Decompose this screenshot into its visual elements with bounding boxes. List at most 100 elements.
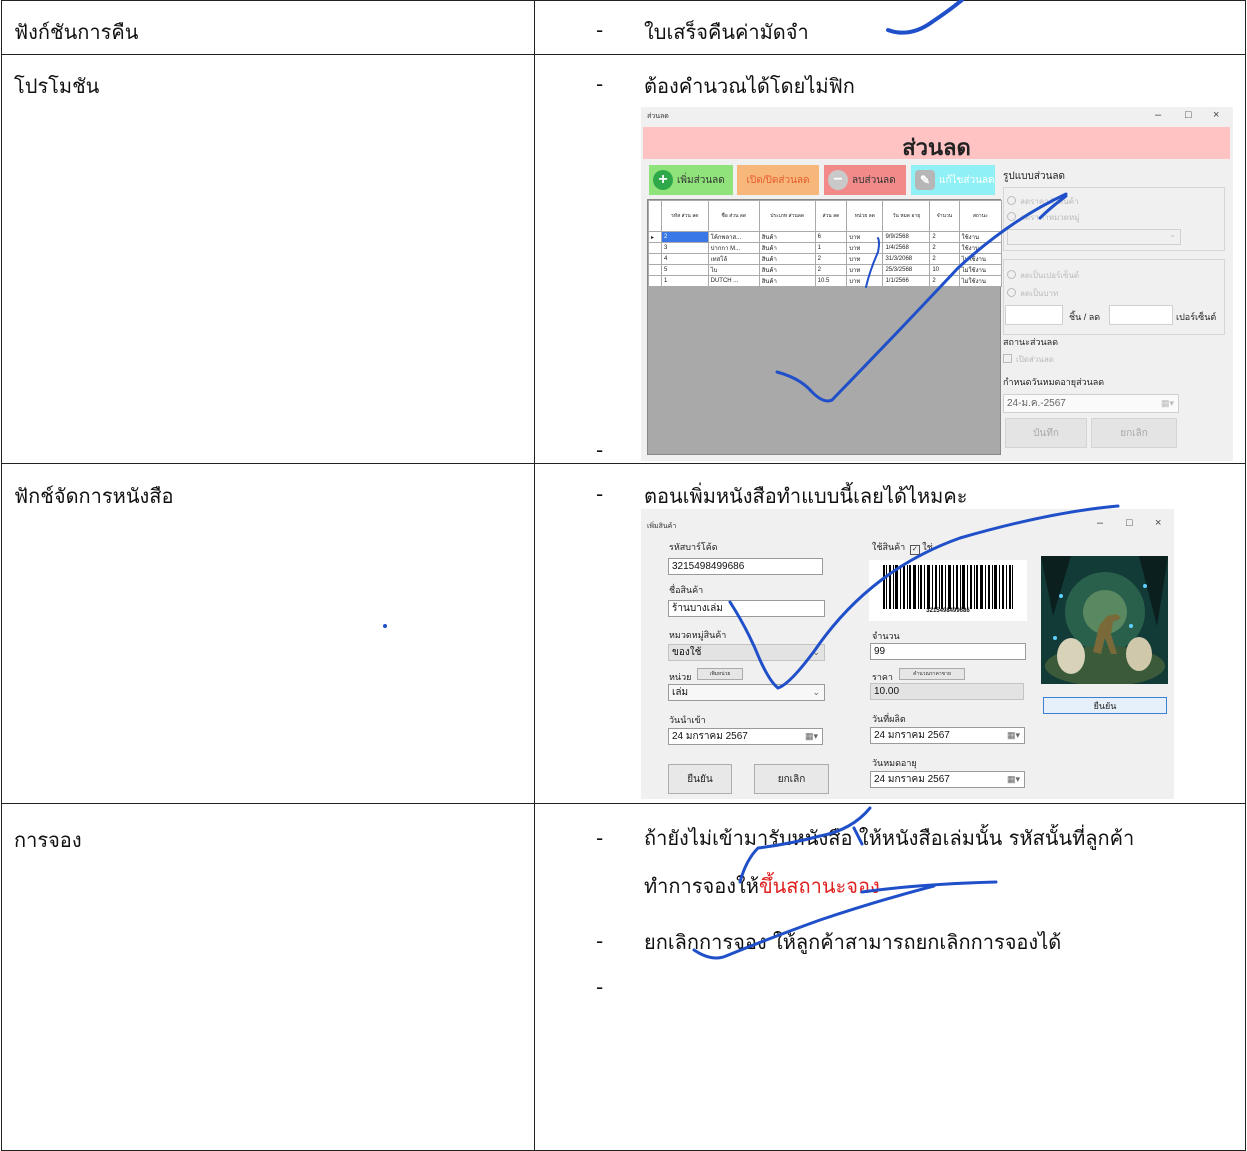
image-confirm-button[interactable]: ยืนยัน	[1043, 697, 1167, 714]
table-cell[interactable]: ไบ	[707, 264, 760, 276]
maximize-button[interactable]: □	[1126, 517, 1133, 529]
table-cell[interactable]: 1	[814, 242, 848, 254]
column-header[interactable]: วัน หมด อายุ	[882, 200, 931, 232]
table-cell[interactable]: บาท	[846, 275, 884, 287]
cancel-button[interactable]: ยกเลิก	[1091, 418, 1177, 448]
radio-product-discount[interactable]: ลดราคาตัวสินค้า	[1007, 195, 1079, 208]
unit-dropdown[interactable]: เล่ม ⌄	[668, 684, 825, 701]
toggle-discount-button[interactable]: เปิด/ปิดส่วนลด	[737, 165, 819, 195]
percent-input[interactable]	[1109, 305, 1173, 325]
ink-dot	[383, 624, 387, 628]
add-discount-button[interactable]: + เพิ่มส่วนลด	[649, 165, 733, 195]
save-button[interactable]: บันทึก	[1005, 418, 1087, 448]
table-cell[interactable]: 2	[929, 242, 960, 254]
table-cell[interactable]: เทสโล้	[707, 253, 760, 265]
table-cell[interactable]: ไม่ใช้งาน	[958, 253, 1003, 265]
window-title: เพิ่มสินค้า	[647, 523, 677, 530]
table-cell[interactable]: 31/3/2068	[882, 253, 931, 265]
calc-price-button[interactable]: คำนวณราคาขาย	[899, 668, 965, 680]
column-header[interactable]: หน่วย ลด	[846, 200, 884, 232]
table-cell[interactable]: ใช้งาน	[958, 231, 1003, 243]
column-header[interactable]: รหัส ส่วน ลด	[661, 200, 709, 232]
table-cell[interactable]: 6	[814, 231, 848, 243]
maximize-button[interactable]: □	[1185, 109, 1192, 121]
table-cell[interactable]: 2	[814, 264, 848, 276]
column-header[interactable]: สถานะ	[958, 200, 1003, 232]
table-cell[interactable]: 2	[929, 253, 960, 265]
table-cell[interactable]: 10	[929, 264, 960, 276]
bullet-dash: -	[596, 826, 604, 850]
reservation-rule-line1: ถ้ายังไม่เข้ามารับหนังสือ ให้หนังสือเล่ม…	[644, 826, 1135, 850]
table-cell[interactable]: สินค้า	[758, 231, 816, 243]
product-name-input[interactable]: ร้านบางเล่ม	[668, 600, 825, 617]
expiry-date-picker[interactable]: 24-ม.ค.-2567 ▦▾	[1003, 394, 1179, 413]
table-cell[interactable]: 2	[929, 275, 960, 287]
use-product-checkbox[interactable]: ✓	[909, 545, 920, 555]
table-cell[interactable]: 25/3/2568	[882, 264, 931, 276]
radio-category-discount[interactable]: ลดราคาหมวดหมู่	[1007, 211, 1080, 224]
table-cell[interactable]: สินค้า	[758, 242, 816, 254]
import-date-picker[interactable]: 24 มกราคม 2567 ▦▾	[668, 728, 823, 745]
exp-date-picker[interactable]: 24 มกราคม 2567 ▦▾	[870, 771, 1025, 788]
table-row[interactable]: ▸ 2 โค้กพลาส... สินค้า 6 บาท 9/9/2568 2 …	[648, 231, 1003, 243]
table-cell[interactable]: ไม่ใช้งาน	[958, 264, 1003, 276]
column-header[interactable]: ประเภท ส่วนลด	[758, 200, 816, 232]
current-row-marker: ▸	[648, 231, 662, 243]
edit-discount-button[interactable]: ✎ แก้ไขส่วนลด	[911, 165, 995, 195]
category-dropdown[interactable]: ของใช้ ⌄	[668, 644, 825, 661]
add-unit-button[interactable]: เพิ่มหน่วย	[697, 668, 743, 680]
table-cell[interactable]: 2	[661, 231, 709, 243]
column-header[interactable]: ชื่อ ส่วน ลด	[707, 200, 760, 232]
table-cell[interactable]: 10.5	[814, 275, 848, 287]
table-cell[interactable]: 5	[661, 264, 709, 276]
table-row[interactable]: 5 ไบ สินค้า 2 บาท 25/3/2568 10 ไม่ใช้งาน	[648, 264, 1003, 276]
table-row[interactable]: 1 DUTCH ... สินค้า 10.5 บาท 1/1/2566 2 ไ…	[648, 275, 1003, 287]
column-divider	[534, 0, 535, 1151]
quantity-input[interactable]: 99	[870, 643, 1026, 660]
bullet-dash: -	[596, 929, 604, 953]
mfg-date-picker[interactable]: 24 มกราคม 2567 ▦▾	[870, 727, 1025, 744]
table-cell[interactable]: 1/4/2568	[882, 242, 931, 254]
add-product-window: เพิ่มสินค้า – □ × รหัสบาร์โค้ด 321549849…	[641, 509, 1174, 799]
table-cell[interactable]: บาท	[846, 253, 884, 265]
minimize-button[interactable]: –	[1097, 517, 1103, 529]
discount-target-dropdown[interactable]: ⌄	[1007, 229, 1181, 245]
table-cell[interactable]: ใช้งาน	[958, 242, 1003, 254]
expiry-title: กำหนดวันหมดอายุส่วนลด	[1003, 377, 1105, 387]
close-button[interactable]: ×	[1213, 109, 1219, 121]
barcode-input[interactable]: 3215498499686	[668, 558, 823, 575]
table-cell[interactable]: บาท	[846, 264, 884, 276]
product-image	[1041, 556, 1168, 684]
table-cell[interactable]: 1/1/2566	[882, 275, 931, 287]
price-input[interactable]: 10.00	[870, 683, 1024, 700]
radio-percent-discount[interactable]: ลดเป็นเปอร์เซ็นต์	[1007, 269, 1079, 282]
table-cell[interactable]: 9/9/2568	[882, 231, 931, 243]
discount-grid[interactable]: รหัส ส่วน ลด ชื่อ ส่วน ลด ประเภท ส่วนลด …	[647, 199, 1003, 455]
table-cell[interactable]: บาท	[846, 242, 884, 254]
confirm-button[interactable]: ยืนยัน	[668, 764, 732, 794]
enable-discount-checkbox[interactable]: เปิดส่วนลด	[1003, 353, 1054, 366]
delete-discount-button[interactable]: − ลบส่วนลด	[824, 165, 906, 195]
table-cell[interactable]: ไม่ใช้งาน	[958, 275, 1003, 287]
table-cell[interactable]: 1	[661, 275, 709, 287]
table-cell[interactable]: 2	[929, 231, 960, 243]
close-button[interactable]: ×	[1155, 517, 1161, 529]
column-header[interactable]: ส่วน ลด	[814, 200, 848, 232]
table-cell[interactable]: DUTCH ...	[707, 275, 760, 287]
table-cell[interactable]: ปากกา M...	[707, 242, 760, 254]
column-header[interactable]: จำนวน	[929, 200, 960, 232]
table-row[interactable]: 4 เทสโล้ สินค้า 2 บาท 31/3/2068 2 ไม่ใช้…	[648, 253, 1003, 265]
table-cell[interactable]: 2	[814, 253, 848, 265]
table-cell[interactable]: สินค้า	[758, 264, 816, 276]
table-cell[interactable]: โค้กพลาส...	[707, 231, 760, 243]
table-cell[interactable]: 3	[661, 242, 709, 254]
minimize-button[interactable]: –	[1155, 109, 1161, 121]
table-cell[interactable]: บาท	[846, 231, 884, 243]
cancel-button[interactable]: ยกเลิก	[754, 764, 829, 794]
table-cell[interactable]: สินค้า	[758, 253, 816, 265]
per-unit-input[interactable]	[1005, 305, 1063, 325]
radio-baht-discount[interactable]: ลดเป็นบาท	[1007, 287, 1058, 300]
table-row[interactable]: 3 ปากกา M... สินค้า 1 บาท 1/4/2568 2 ใช้…	[648, 242, 1003, 254]
table-cell[interactable]: สินค้า	[758, 275, 816, 287]
table-cell[interactable]: 4	[661, 253, 709, 265]
